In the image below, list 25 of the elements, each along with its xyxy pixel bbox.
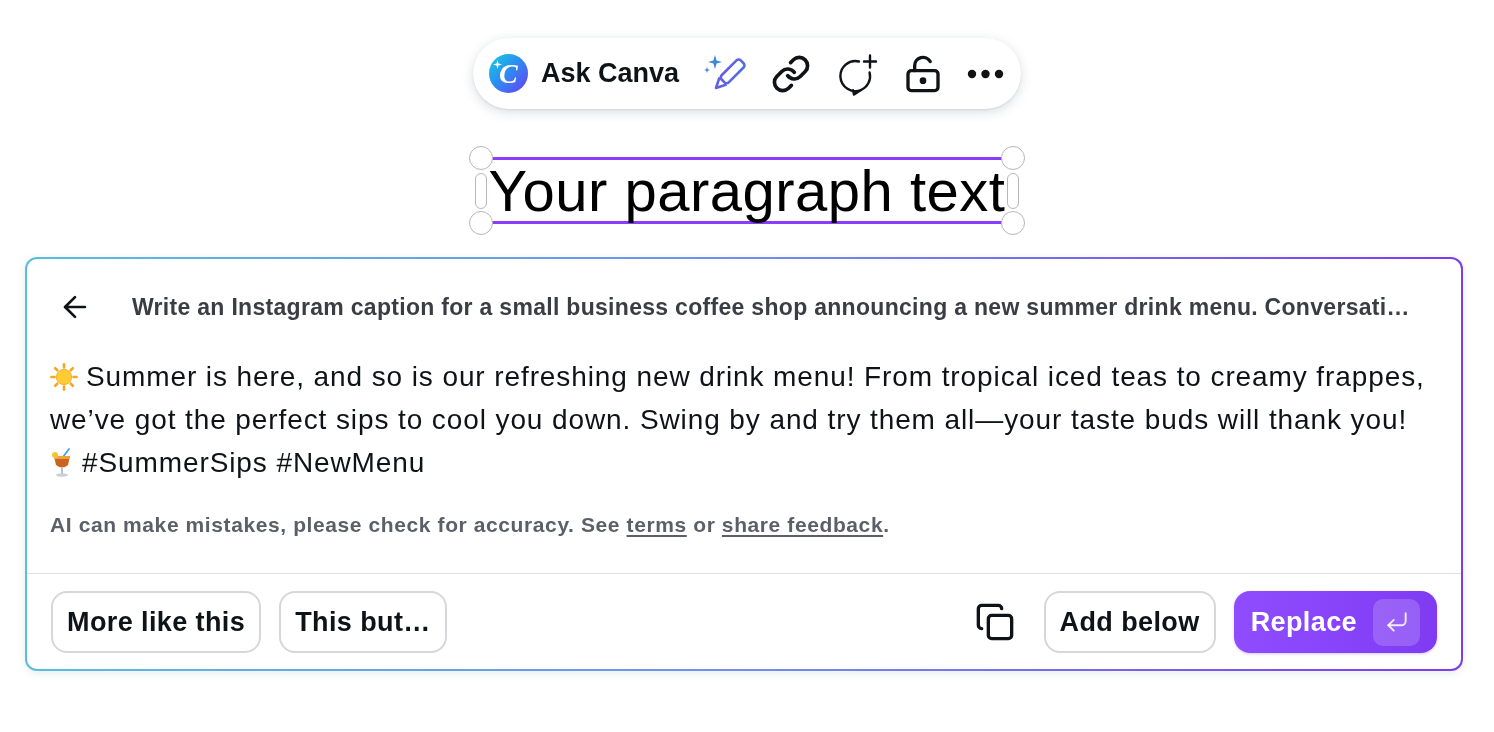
- disclaimer-text: AI can make mistakes, please check for accuracy. See terms or share feedback.: [50, 512, 891, 538]
- hashtag-text: #SummerSips #NewMenu: [82, 446, 426, 480]
- primary-button[interactable]: Replace: [1233, 591, 1437, 653]
- suggestion-button[interactable]: This but…: [279, 591, 447, 653]
- more-icon[interactable]: [967, 68, 1005, 79]
- resize-handle[interactable]: [468, 211, 493, 235]
- copy-icon[interactable]: [974, 602, 1015, 642]
- app-logo: C: [488, 54, 528, 93]
- prompt-title: Write an Instagram caption for a small business coffee shop announcing a new summer drink menu. Conversati…: [132, 293, 1410, 321]
- resize-handle[interactable]: [474, 172, 487, 209]
- sun-icon: [50, 362, 78, 391]
- resize-handle[interactable]: [468, 146, 493, 170]
- response-text: we’ve got the perfect sips to cool you down. Swing by and try them all—your taste buds will thank you!: [50, 403, 1408, 437]
- ask-canva-button[interactable]: C Ask Canva: [488, 54, 680, 93]
- text-link[interactable]: share feedback: [721, 513, 884, 536]
- canvas-text[interactable]: Your paragraph text: [488, 160, 1006, 221]
- resize-handle[interactable]: [1007, 172, 1020, 209]
- response-text: Summer is here, and so is our refreshing new drink menu! From tropical iced teas to creamy frappes,: [86, 360, 1425, 394]
- action-button[interactable]: Add below: [1043, 591, 1216, 653]
- enter-key-icon: [1373, 598, 1420, 646]
- resize-handle[interactable]: [1001, 211, 1026, 235]
- text-link[interactable]: terms: [626, 513, 687, 536]
- suggestion-button[interactable]: More like this: [51, 591, 262, 653]
- resize-handle[interactable]: [1001, 146, 1026, 170]
- link-icon[interactable]: [771, 53, 812, 94]
